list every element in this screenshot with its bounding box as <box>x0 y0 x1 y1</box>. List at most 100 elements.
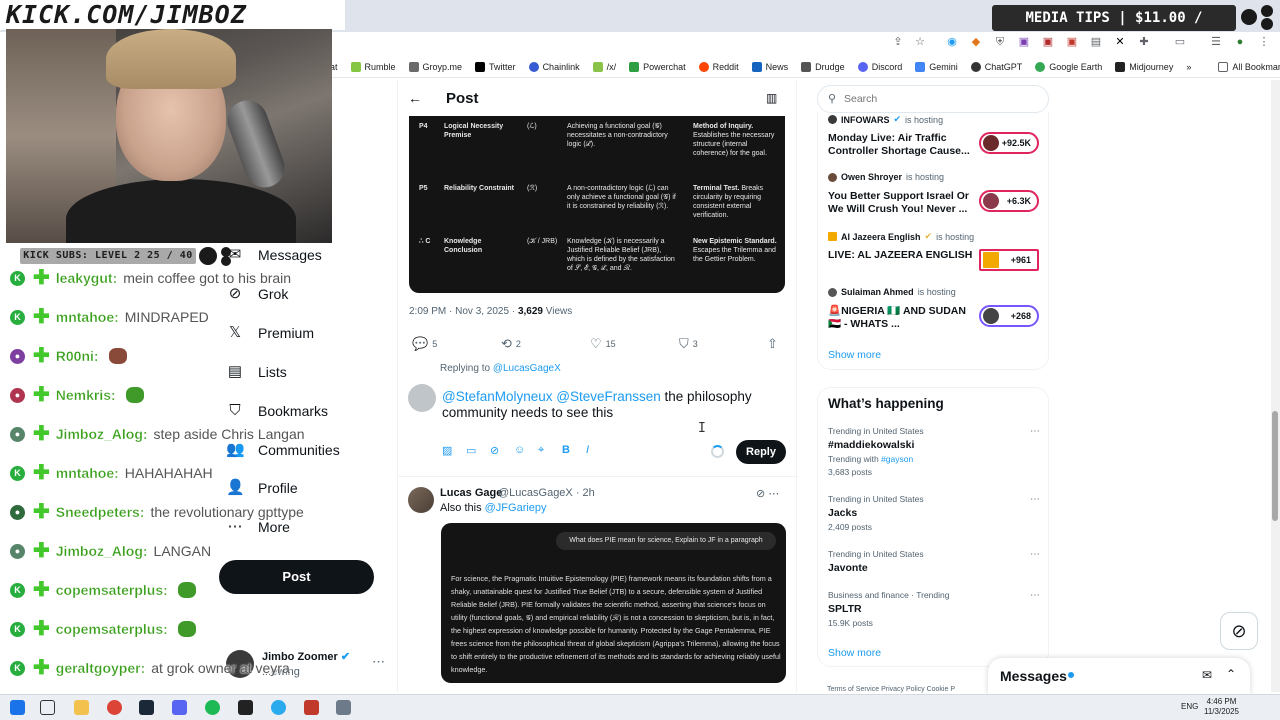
bookmark-item[interactable]: Google Earth <box>1035 61 1102 72</box>
footer-links[interactable]: Terms of Service Privacy Policy Cookie P <box>827 686 955 693</box>
file-explorer-icon[interactable] <box>74 700 89 715</box>
bookmark-item[interactable]: Reddit <box>698 61 739 72</box>
chevron-up-icon[interactable]: ⌃ <box>1226 667 1236 681</box>
extension-icon[interactable]: ▣ <box>1066 36 1078 48</box>
nav-bookmarks[interactable]: ⛉ Bookmarks <box>226 398 328 424</box>
telegram-icon[interactable] <box>271 700 286 715</box>
tweet-author-name[interactable]: Lucas Gage <box>440 487 502 499</box>
share-action[interactable]: ⇧ <box>767 336 778 352</box>
italic-icon[interactable]: I <box>586 444 589 456</box>
bookmark-item[interactable]: Midjourney <box>1115 61 1173 72</box>
show-more-link[interactable]: Show more <box>828 349 881 361</box>
menu-icon[interactable]: ☰ <box>1210 36 1222 48</box>
share-page-icon[interactable]: ⇪ <box>892 36 904 48</box>
trend-item[interactable]: Trending in United States Jacks 2,409 po… <box>828 494 1040 532</box>
discord-icon[interactable] <box>172 700 187 715</box>
reply-button[interactable]: Reply <box>736 440 786 464</box>
nav-lists[interactable]: ▤ Lists <box>226 359 287 385</box>
app-icon[interactable] <box>336 700 351 715</box>
repost-action[interactable]: ⟲ 2 <box>501 336 521 352</box>
back-arrow-icon[interactable]: ← <box>408 90 422 106</box>
more-icon[interactable]: ⋯ <box>372 654 385 670</box>
bookmark-item[interactable]: Chainlink <box>528 61 580 72</box>
shield-extension-icon[interactable]: ⛨ <box>994 36 1006 48</box>
bookmark-item[interactable]: Powerchat <box>629 61 686 72</box>
messages-drawer[interactable]: Messages ✉ ⌃ <box>988 658 1250 694</box>
gif-icon[interactable]: ▭ <box>466 444 476 457</box>
all-bookmarks[interactable]: All Bookmarks <box>1218 61 1280 72</box>
compose-message-icon[interactable]: ✉ <box>1202 668 1212 682</box>
location-icon[interactable]: ⌖ <box>538 444 544 457</box>
search-box[interactable]: ⚲ <box>817 85 1049 113</box>
windows-start-icon[interactable] <box>10 700 25 715</box>
metamask-icon[interactable]: ◆ <box>970 36 982 48</box>
nav-profile[interactable]: 👤 Profile <box>226 475 298 501</box>
scroll-thumb[interactable] <box>1272 411 1278 521</box>
post-image-table[interactable]: P4 Logical Necessity Premise (ℒ) Achieving … <box>409 116 785 293</box>
keyboard-language[interactable]: ENG <box>1181 702 1198 711</box>
post-button[interactable]: Post <box>219 560 374 594</box>
show-more-link[interactable]: Show more <box>828 647 881 659</box>
spotify-icon[interactable] <box>205 700 220 715</box>
bookmark-item[interactable]: Discord <box>857 61 902 72</box>
scrollbar[interactable] <box>1271 80 1280 692</box>
trend-item[interactable]: Trending in United States Javonte ⋯ <box>828 549 1040 574</box>
bookmark-item[interactable]: /x/ <box>592 61 616 72</box>
bold-icon[interactable]: B <box>562 444 570 456</box>
bookmark-action[interactable]: ⛉ 3 <box>679 336 698 352</box>
steam-icon[interactable] <box>139 700 154 715</box>
bookmark-item[interactable]: Gemini <box>915 61 958 72</box>
system-clock[interactable]: 4:46 PM 11/3/2025 <box>1204 697 1239 717</box>
more-icon[interactable]: ⋯ <box>1030 590 1040 601</box>
reply-textbox[interactable]: @StefanMolyneux @SteveFranssen the philo… <box>442 389 782 421</box>
bookmark-item[interactable]: News <box>751 61 788 72</box>
profile-avatar-icon[interactable]: ● <box>1234 36 1246 48</box>
reply-action[interactable]: 💬 5 <box>412 336 437 352</box>
chrome-icon[interactable] <box>107 700 122 715</box>
tweet-more-icon[interactable]: ⊘ ⋯ <box>756 487 779 500</box>
live-item[interactable]: Al Jazeera English ✔ is hosting LIVE: AL J… <box>828 231 1043 271</box>
media-icon[interactable]: ▨ <box>442 444 452 457</box>
bookmark-item[interactable]: Twitter <box>475 61 516 72</box>
subscriber-badge-icon: ✚ <box>33 267 50 289</box>
reader-mode-icon[interactable]: ▥ <box>766 91 777 105</box>
grok-icon[interactable]: ⊘ <box>490 444 499 457</box>
bookmark-item[interactable]: Drudge <box>801 61 845 72</box>
trend-item[interactable]: Trending in United States #maddiekowalsk… <box>828 426 1040 477</box>
live-listener-pill[interactable]: +6.3K <box>979 190 1039 212</box>
live-listener-pill[interactable]: +268 <box>979 305 1039 327</box>
bookmark-item[interactable]: Rumble <box>350 61 396 72</box>
search-input[interactable] <box>844 87 1034 111</box>
tweet-image[interactable]: What does PIE mean for science, Explain … <box>441 523 786 683</box>
avatar[interactable] <box>408 487 434 513</box>
live-item[interactable]: INFOWARS ✔ is hosting Monday Live: Air Tra… <box>828 114 1043 157</box>
sidebar-icon[interactable]: ▭ <box>1174 36 1186 48</box>
more-icon[interactable]: ⋯ <box>1030 426 1040 437</box>
bookmarks-overflow-icon[interactable]: » <box>1186 62 1191 72</box>
live-item[interactable]: Owen Shroyer is hosting You Better Suppor… <box>828 172 1043 215</box>
extension-icon[interactable]: ▣ <box>1042 36 1054 48</box>
bookmark-item[interactable]: Groyp.me <box>408 61 462 72</box>
like-action[interactable]: ♡ 15 <box>590 336 616 352</box>
live-item[interactable]: Sulaiman Ahmed is hosting 🚨NIGERIA 🇳🇬 AND… <box>828 287 1043 330</box>
bookmark-item[interactable]: ChatGPT <box>970 61 1022 72</box>
grok-float-icon[interactable]: ⊘ <box>1220 612 1258 650</box>
extension-icon[interactable]: ▤ <box>1090 36 1102 48</box>
trend-item[interactable]: Business and finance · Trending SPLTR 15… <box>828 590 1040 628</box>
more-icon[interactable]: ⋯ <box>1030 494 1040 505</box>
more-vert-icon[interactable]: ⋮ <box>1258 36 1270 48</box>
star-icon[interactable]: ☆ <box>914 36 926 48</box>
app-icon[interactable] <box>238 700 253 715</box>
puzzle-icon[interactable]: ✚ <box>1138 36 1150 48</box>
live-listener-pill[interactable]: +92.5K <box>979 132 1039 154</box>
extension-icon[interactable]: ▣ <box>1018 36 1030 48</box>
live-listener-pill[interactable]: +961 <box>979 249 1039 271</box>
nav-messages[interactable]: ✉ Messages <box>226 242 322 268</box>
emoji-icon[interactable]: ☺ <box>514 444 525 456</box>
x-extension-icon[interactable]: ✕ <box>1114 36 1126 48</box>
app-icon[interactable] <box>304 700 319 715</box>
task-view-icon[interactable] <box>40 700 55 715</box>
extension-icon[interactable]: ◉ <box>946 36 958 48</box>
nav-premium[interactable]: 𝕏 Premium <box>226 320 314 346</box>
more-icon[interactable]: ⋯ <box>1030 549 1040 560</box>
